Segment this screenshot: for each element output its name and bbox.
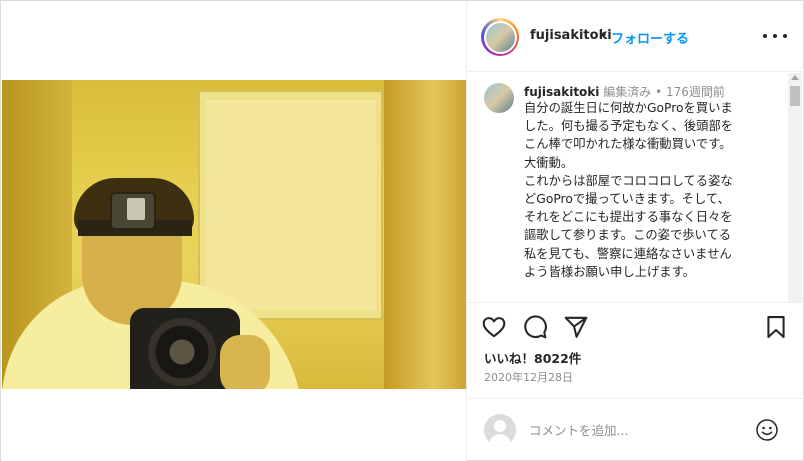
- avatar-border: [483, 20, 517, 54]
- post-sidebar: fujisakitoki • フォローする fujisakitoki 編集済み …: [466, 2, 804, 461]
- avatar-head: [494, 420, 506, 432]
- post-header: fujisakitoki • フォローする: [467, 2, 804, 72]
- more-options-icon[interactable]: [763, 26, 787, 46]
- header-avatar[interactable]: [481, 18, 519, 56]
- photo-hand: [220, 335, 270, 389]
- emoji-icon[interactable]: [755, 418, 779, 442]
- caption-text: 自分の誕生日に何故かGoProを買いま した。何も撮る予定もなく、後頭部を こん…: [524, 101, 734, 279]
- caption-scrollbar[interactable]: [788, 73, 802, 302]
- dot: [773, 34, 777, 38]
- photo-gopro-lens: [127, 198, 145, 220]
- media-pane: [2, 2, 466, 461]
- photo-bg-right: [384, 80, 466, 389]
- caption-area: fujisakitoki 編集済み • 176週間前 自分の誕生日に何故かGoP…: [467, 73, 804, 303]
- comment-icon[interactable]: [522, 314, 548, 340]
- scroll-thumb[interactable]: [790, 86, 800, 106]
- default-avatar-icon: [484, 414, 516, 446]
- post-date[interactable]: 2020年12月28日: [484, 369, 573, 385]
- follow-button[interactable]: フォローする: [611, 28, 689, 47]
- time-separator: •: [655, 85, 663, 99]
- heart-icon[interactable]: [481, 314, 507, 340]
- photo-camera-lens: [148, 318, 216, 386]
- post-photo[interactable]: [2, 80, 466, 389]
- dot: [763, 34, 767, 38]
- header-separator: •: [600, 28, 608, 43]
- scroll-up-arrow-icon[interactable]: [791, 75, 799, 80]
- comment-composer: [467, 398, 804, 461]
- caption-time[interactable]: 176週間前: [666, 85, 725, 99]
- share-icon[interactable]: [563, 314, 589, 340]
- photo-cabinet-door: [206, 100, 376, 310]
- post-modal: fujisakitoki • フォローする fujisakitoki 編集済み …: [0, 0, 804, 461]
- edited-label: 編集済み: [603, 85, 652, 99]
- dot: [783, 34, 787, 38]
- caption-username[interactable]: fujisakitoki: [524, 85, 599, 99]
- avatar-image: [485, 22, 515, 52]
- caption-meta: fujisakitoki 編集済み • 176週間前: [524, 83, 725, 100]
- bookmark-icon[interactable]: [763, 314, 789, 340]
- likes-count[interactable]: いいね！8022件: [484, 348, 581, 367]
- avatar-body: [489, 434, 511, 446]
- action-bar: [467, 314, 804, 342]
- comment-input[interactable]: [529, 419, 739, 441]
- caption-avatar[interactable]: [484, 83, 514, 113]
